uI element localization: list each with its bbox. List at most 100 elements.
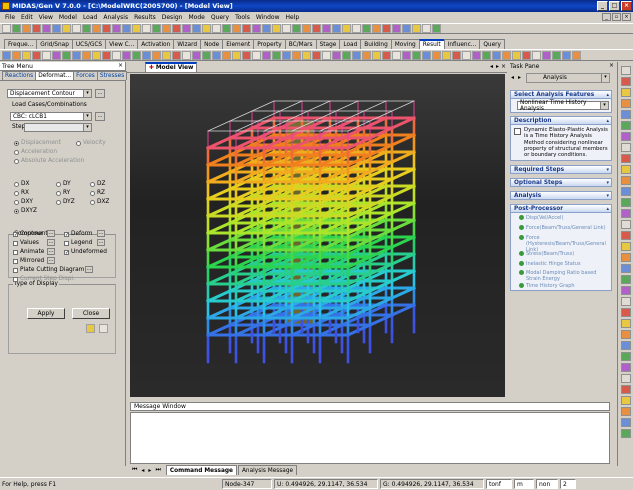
tool-button-47[interactable]	[472, 50, 481, 60]
toolbar-button-6[interactable]	[62, 24, 71, 33]
toolbar-button-3[interactable]	[32, 24, 41, 33]
side-tool-9[interactable]	[621, 165, 631, 174]
next-tab-icon[interactable]: ▸	[146, 467, 153, 474]
tab-load[interactable]: Load	[339, 39, 362, 49]
display-options-button[interactable]: ...	[47, 230, 55, 237]
toolbar-button-4[interactable]	[42, 24, 51, 33]
toolbar-button-25[interactable]	[252, 24, 261, 33]
toolbar-button-43[interactable]	[432, 24, 441, 33]
tool-button-25[interactable]	[252, 50, 261, 60]
tool-button-27[interactable]	[272, 50, 281, 60]
tab-wizard[interactable]: Wizard	[173, 39, 202, 49]
toolbar-button-40[interactable]	[402, 24, 411, 33]
tool-button-51[interactable]	[512, 50, 521, 60]
close-panel-button[interactable]: Close	[72, 308, 110, 319]
tool-button-4[interactable]	[42, 50, 51, 60]
tool-button-39[interactable]	[392, 50, 401, 60]
menu-edit[interactable]: Edit	[18, 14, 36, 21]
tool-button-54[interactable]	[542, 50, 551, 60]
toolbar-button-19[interactable]	[192, 24, 201, 33]
tab-moving[interactable]: Moving	[390, 39, 420, 49]
side-tool-3[interactable]	[621, 99, 631, 108]
side-tool-23[interactable]	[621, 319, 631, 328]
tab-building[interactable]: Building	[360, 39, 392, 49]
side-tool-12[interactable]	[621, 198, 631, 207]
component-rz[interactable]: RZ	[90, 190, 105, 196]
toolbar-button-9[interactable]	[92, 24, 101, 33]
tool-button-22[interactable]	[222, 50, 231, 60]
close-icon[interactable]: ×	[609, 62, 614, 69]
side-tool-14[interactable]	[621, 220, 631, 229]
toolbar-button-29[interactable]	[292, 24, 301, 33]
tool-button-28[interactable]	[282, 50, 291, 60]
tool-button-9[interactable]	[92, 50, 101, 60]
load-case-options-button[interactable]: ...	[95, 112, 105, 121]
tool-button-49[interactable]	[492, 50, 501, 60]
mode-displacement[interactable]: Displacement	[14, 140, 61, 146]
side-tool-15[interactable]	[621, 231, 631, 240]
subtab-reactions[interactable]: Reactions	[2, 71, 37, 80]
post-item-1[interactable]: Force(Beam/Truss/General Link)	[519, 225, 611, 231]
toolbar-button-0[interactable]	[2, 24, 11, 33]
tool-button-21[interactable]	[212, 50, 221, 60]
tool-button-26[interactable]	[262, 50, 271, 60]
mode-acceleration[interactable]: Acceleration	[14, 149, 57, 155]
toolbar-button-11[interactable]	[112, 24, 121, 33]
side-tool-4[interactable]	[621, 110, 631, 119]
copy-icon[interactable]	[99, 324, 108, 333]
tool-button-17[interactable]	[172, 50, 181, 60]
menu-load[interactable]: Load	[80, 14, 100, 21]
tab-freque[interactable]: Freque...	[4, 39, 38, 49]
task-pane-dropdown[interactable]: Analysis ▾	[526, 73, 610, 83]
tab-analysis-message[interactable]: Analysis Message	[237, 465, 298, 475]
side-tool-19[interactable]	[621, 275, 631, 284]
side-tool-5[interactable]	[621, 121, 631, 130]
tab-command-message[interactable]: Command Message	[165, 465, 237, 475]
component-dxy[interactable]: DXY	[14, 199, 33, 205]
toolbar-button-14[interactable]	[142, 24, 151, 33]
side-tool-13[interactable]	[621, 209, 631, 218]
minimize-button[interactable]: _	[597, 1, 608, 11]
toolbar-button-33[interactable]	[332, 24, 341, 33]
tool-button-7[interactable]	[72, 50, 81, 60]
toolbar-button-10[interactable]	[102, 24, 111, 33]
side-tool-8[interactable]	[621, 154, 631, 163]
unit-length-select[interactable]: m	[514, 479, 534, 489]
tab-node[interactable]: Node	[200, 39, 224, 49]
tool-button-35[interactable]	[352, 50, 361, 60]
side-tool-29[interactable]	[621, 385, 631, 394]
analysis-type-select[interactable]: Nonlinear Time History Analysis ▾	[517, 100, 609, 112]
tool-button-20[interactable]	[202, 50, 211, 60]
tool-button-48[interactable]	[482, 50, 491, 60]
side-tool-26[interactable]	[621, 352, 631, 361]
toolbar-button-26[interactable]	[262, 24, 271, 33]
tool-button-46[interactable]	[462, 50, 471, 60]
display-options-button[interactable]: ...	[47, 257, 55, 264]
display-values[interactable]: Values	[13, 240, 39, 246]
tab-stage[interactable]: Stage	[315, 39, 341, 49]
menu-results[interactable]: Results	[131, 14, 159, 21]
display-mirrored[interactable]: Mirrored	[13, 258, 44, 264]
toolbar-button-22[interactable]	[222, 24, 231, 33]
toolbar-button-42[interactable]	[422, 24, 431, 33]
toolbar-button-21[interactable]	[212, 24, 221, 33]
tab-model-view[interactable]: ✚ Model View	[145, 62, 198, 72]
display-current-step-displ[interactable]: Current Step Displ.	[13, 276, 75, 282]
status-none-select[interactable]: non	[536, 479, 558, 489]
tool-button-44[interactable]	[442, 50, 451, 60]
menu-design[interactable]: Design	[159, 14, 186, 21]
side-tool-32[interactable]	[621, 418, 631, 427]
component-dy[interactable]: DY	[56, 181, 71, 187]
side-tool-25[interactable]	[621, 341, 631, 350]
model-canvas[interactable]	[130, 74, 505, 397]
display-options-button[interactable]: ...	[47, 239, 55, 246]
toolbar-button-23[interactable]	[232, 24, 241, 33]
tool-button-55[interactable]	[552, 50, 561, 60]
subtab-deformat[interactable]: Deformat...	[35, 71, 75, 80]
component-ry[interactable]: RY	[56, 190, 70, 196]
tab-grid-snap[interactable]: Grid/Snap	[36, 39, 73, 49]
menu-model[interactable]: Model	[56, 14, 80, 21]
tab-ucs-gcs[interactable]: UCS/GCS	[71, 39, 107, 49]
component-dxyz[interactable]: DXYZ	[14, 208, 37, 214]
display-contour[interactable]: ✓ Contour	[13, 231, 43, 237]
